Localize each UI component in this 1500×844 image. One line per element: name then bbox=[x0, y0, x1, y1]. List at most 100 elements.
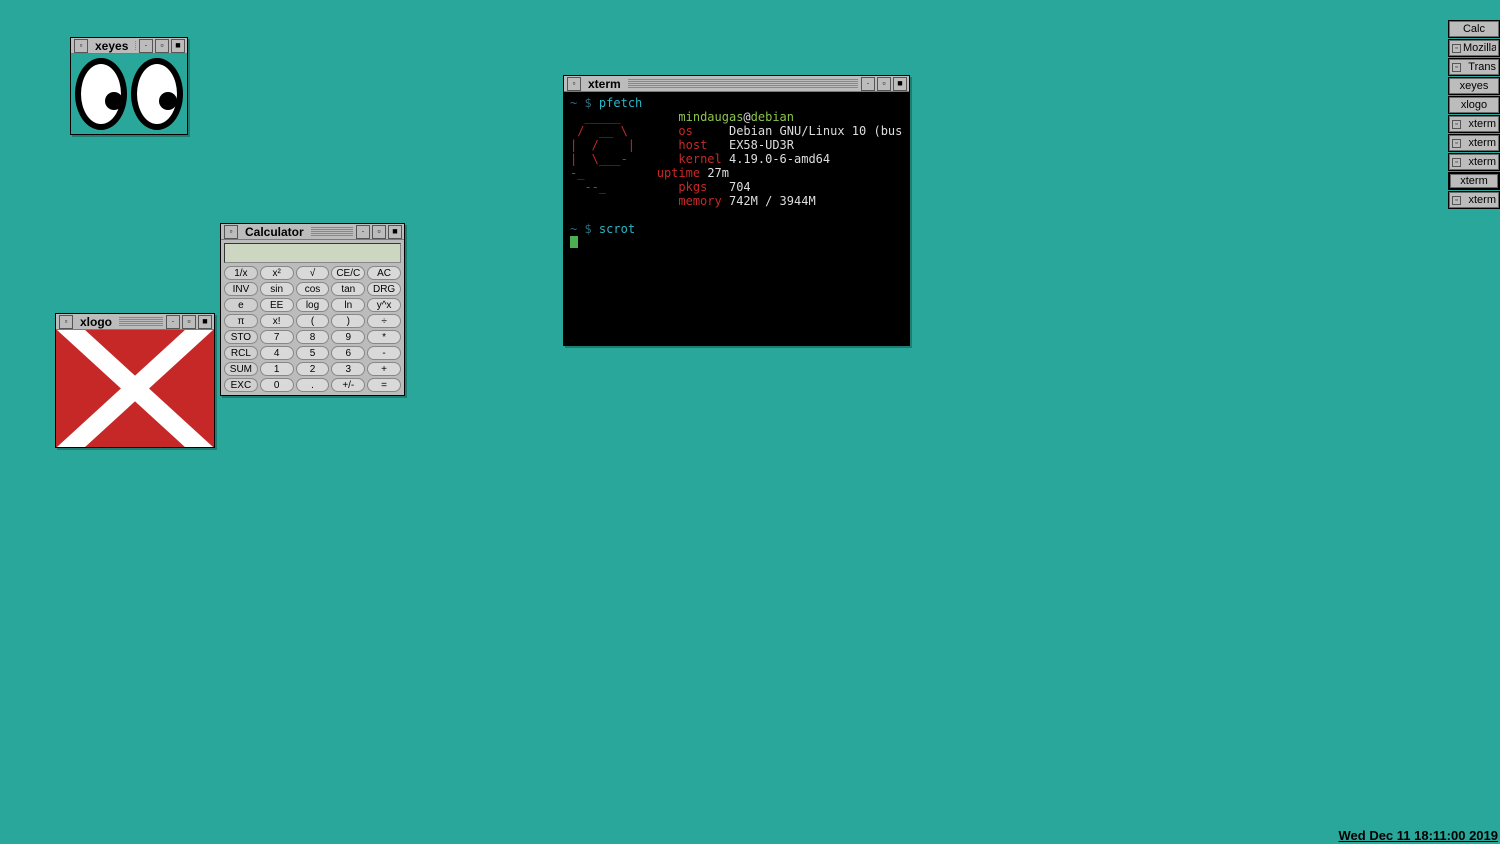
calc-key-0[interactable]: 0 bbox=[260, 378, 294, 392]
calc-key-[interactable]: ( bbox=[296, 314, 330, 328]
calc-key-7[interactable]: 7 bbox=[260, 330, 294, 344]
calc-key-4[interactable]: 4 bbox=[260, 346, 294, 360]
window-menu-icon[interactable]: ▫ bbox=[74, 39, 88, 53]
calc-key-x[interactable]: x! bbox=[260, 314, 294, 328]
taskbar-item-xterm[interactable]: ▫xterm bbox=[1448, 153, 1500, 171]
calculator-window[interactable]: ▫ Calculator · ▫ ■ 1/xx²√CE/CAC INVsincos… bbox=[220, 223, 405, 396]
taskbar-item-label: xterm bbox=[1463, 194, 1496, 206]
xeyes-body bbox=[71, 54, 187, 134]
taskbar-item-xlogo[interactable]: xlogo bbox=[1448, 96, 1500, 114]
calculator-title: Calculator bbox=[241, 225, 308, 239]
maximize-button[interactable]: ▫ bbox=[155, 39, 169, 53]
taskbar-item-xterm[interactable]: ▫xterm bbox=[1448, 134, 1500, 152]
close-button[interactable]: ■ bbox=[198, 315, 212, 329]
xlogo-window[interactable]: ▫ xlogo · ▫ ■ bbox=[55, 313, 215, 448]
calc-key-ee[interactable]: EE bbox=[260, 298, 294, 312]
taskbar-item-xterm[interactable]: ▫xterm bbox=[1448, 191, 1500, 209]
minimize-button[interactable]: · bbox=[139, 39, 153, 53]
taskbar-item-xterm[interactable]: ▫xterm bbox=[1448, 115, 1500, 133]
taskbar-item-trans[interactable]: ▫Trans bbox=[1448, 58, 1500, 76]
xeyes-titlebar[interactable]: ▫ xeyes · ▫ ■ bbox=[71, 38, 187, 54]
close-button[interactable]: ■ bbox=[388, 225, 402, 239]
calc-key-[interactable]: = bbox=[367, 378, 401, 392]
calc-key-sin[interactable]: sin bbox=[260, 282, 294, 296]
taskbar-item-calc[interactable]: Calc bbox=[1448, 20, 1500, 38]
taskbar-window-list: Calc▫Mozilla▫Transxeyesxlogo▫xterm▫xterm… bbox=[1448, 20, 1500, 209]
calc-key-ac[interactable]: AC bbox=[367, 266, 401, 280]
calc-key-[interactable]: * bbox=[367, 330, 401, 344]
calc-key-5[interactable]: 5 bbox=[296, 346, 330, 360]
calc-key-exc[interactable]: EXC bbox=[224, 378, 258, 392]
titlebar-stripes bbox=[628, 79, 858, 89]
calc-key-cos[interactable]: cos bbox=[296, 282, 330, 296]
calc-key-[interactable]: + bbox=[367, 362, 401, 376]
calc-key-sum[interactable]: SUM bbox=[224, 362, 258, 376]
calc-key-[interactable]: . bbox=[296, 378, 330, 392]
clock: Wed Dec 11 18:11:00 2019 bbox=[1339, 828, 1499, 843]
minimize-button[interactable]: · bbox=[356, 225, 370, 239]
calc-key-[interactable]: - bbox=[367, 346, 401, 360]
calc-key-sto[interactable]: STO bbox=[224, 330, 258, 344]
maximize-button[interactable]: ▫ bbox=[877, 77, 891, 91]
calc-key-log[interactable]: log bbox=[296, 298, 330, 312]
taskbar-item-icon: ▫ bbox=[1452, 63, 1461, 72]
calc-key-[interactable]: ) bbox=[331, 314, 365, 328]
calc-key-[interactable]: +/- bbox=[331, 378, 365, 392]
calc-key-x[interactable]: x² bbox=[260, 266, 294, 280]
calc-key-[interactable]: ÷ bbox=[367, 314, 401, 328]
window-menu-icon[interactable]: ▫ bbox=[224, 225, 238, 239]
taskbar-item-label: Mozilla bbox=[1463, 42, 1496, 54]
calculator-keypad: 1/xx²√CE/CAC INVsincostanDRG eEEloglny^x πx… bbox=[224, 266, 401, 392]
calc-key-3[interactable]: 3 bbox=[331, 362, 365, 376]
titlebar-stripes bbox=[119, 317, 163, 327]
taskbar-item-icon: ▫ bbox=[1452, 44, 1461, 53]
maximize-button[interactable]: ▫ bbox=[182, 315, 196, 329]
calc-key-1[interactable]: 1 bbox=[260, 362, 294, 376]
taskbar-item-label: xterm bbox=[1463, 156, 1496, 168]
calc-key-2[interactable]: 2 bbox=[296, 362, 330, 376]
xterm-titlebar[interactable]: ▫ xterm · ▫ ■ bbox=[564, 76, 909, 92]
minimize-button[interactable]: · bbox=[166, 315, 180, 329]
taskbar-item-xterm[interactable]: xterm bbox=[1448, 172, 1500, 190]
window-menu-icon[interactable]: ▫ bbox=[59, 315, 73, 329]
calc-key-drg[interactable]: DRG bbox=[367, 282, 401, 296]
calc-key-rcl[interactable]: RCL bbox=[224, 346, 258, 360]
calculator-display bbox=[224, 243, 401, 263]
xlogo-titlebar[interactable]: ▫ xlogo · ▫ ■ bbox=[56, 314, 214, 330]
xterm-window[interactable]: ▫ xterm · ▫ ■ ~ $ pfetch _____ mindaugas… bbox=[563, 75, 910, 346]
calc-key-8[interactable]: 8 bbox=[296, 330, 330, 344]
taskbar-item-label: xlogo bbox=[1452, 99, 1496, 111]
taskbar-item-xeyes[interactable]: xeyes bbox=[1448, 77, 1500, 95]
close-button[interactable]: ■ bbox=[171, 39, 185, 53]
taskbar-item-icon: ▫ bbox=[1452, 139, 1461, 148]
taskbar-item-label: xeyes bbox=[1452, 80, 1496, 92]
window-menu-icon[interactable]: ▫ bbox=[567, 77, 581, 91]
titlebar-stripes bbox=[135, 41, 136, 51]
calc-key-yx[interactable]: y^x bbox=[367, 298, 401, 312]
calc-key-cec[interactable]: CE/C bbox=[331, 266, 365, 280]
calculator-titlebar[interactable]: ▫ Calculator · ▫ ■ bbox=[221, 224, 404, 240]
taskbar-item-label: xterm bbox=[1463, 137, 1496, 149]
calc-key-1x[interactable]: 1/x bbox=[224, 266, 258, 280]
calc-key-inv[interactable]: INV bbox=[224, 282, 258, 296]
pupil-right bbox=[159, 92, 177, 110]
calc-key-6[interactable]: 6 bbox=[331, 346, 365, 360]
maximize-button[interactable]: ▫ bbox=[372, 225, 386, 239]
xlogo-body bbox=[56, 330, 214, 447]
xeyes-window[interactable]: ▫ xeyes · ▫ ■ bbox=[70, 37, 188, 135]
minimize-button[interactable]: · bbox=[861, 77, 875, 91]
taskbar-item-label: xterm bbox=[1453, 175, 1495, 187]
taskbar-item-label: Trans bbox=[1463, 61, 1496, 73]
eye-right bbox=[131, 58, 183, 130]
taskbar-item-mozilla[interactable]: ▫Mozilla bbox=[1448, 39, 1500, 57]
terminal-body[interactable]: ~ $ pfetch _____ mindaugas@debian / __ \… bbox=[564, 92, 909, 345]
calc-key-tan[interactable]: tan bbox=[331, 282, 365, 296]
xlogo-title: xlogo bbox=[76, 315, 116, 329]
taskbar-item-icon: ▫ bbox=[1452, 120, 1461, 129]
close-button[interactable]: ■ bbox=[893, 77, 907, 91]
calc-key-[interactable]: √ bbox=[296, 266, 330, 280]
calc-key-9[interactable]: 9 bbox=[331, 330, 365, 344]
calc-key-ln[interactable]: ln bbox=[331, 298, 365, 312]
calc-key-[interactable]: π bbox=[224, 314, 258, 328]
calc-key-e[interactable]: e bbox=[224, 298, 258, 312]
